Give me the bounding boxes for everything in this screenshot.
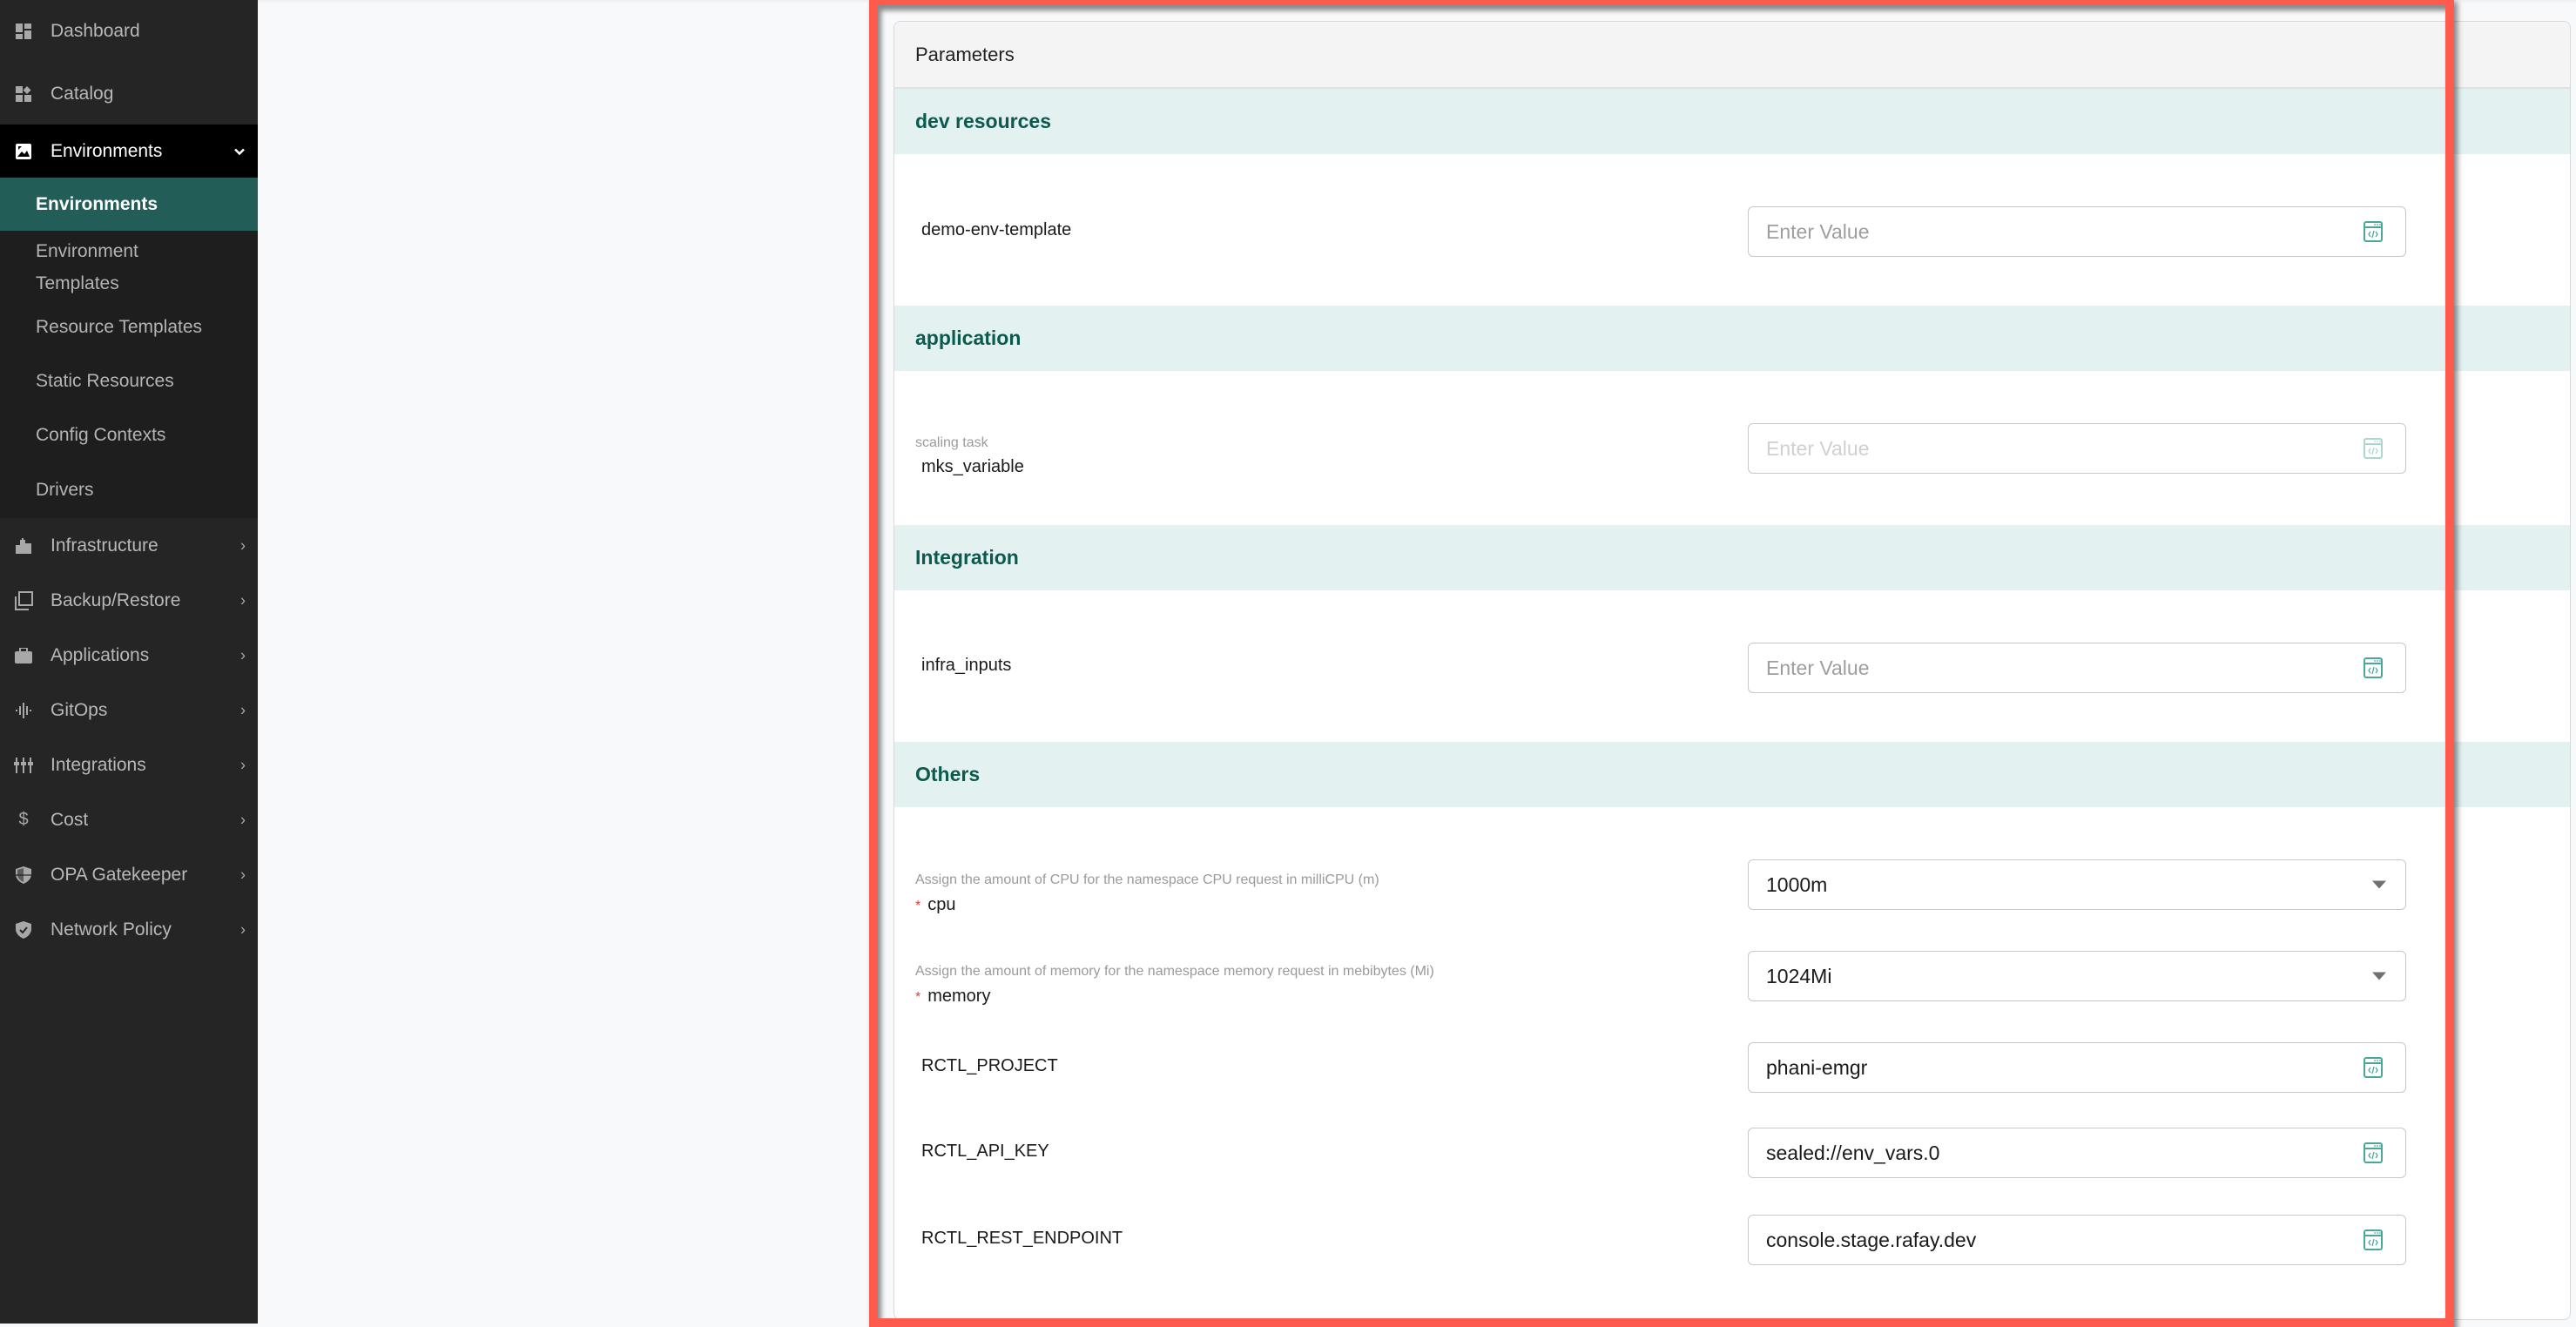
- chevron-right-icon: ›: [240, 811, 246, 828]
- section-application: application: [894, 306, 2570, 371]
- param-label: demo-env-template: [921, 220, 1072, 239]
- code-editor-icon[interactable]: [2364, 1142, 2383, 1163]
- code-editor-icon[interactable]: [2364, 438, 2383, 459]
- sidebar-item-label: Network Policy: [51, 919, 172, 940]
- param-label: infra_inputs: [921, 656, 1012, 675]
- sidebar-item-environments[interactable]: Environments: [0, 125, 258, 178]
- code-editor-icon[interactable]: [2364, 221, 2383, 242]
- demo-env-template-input[interactable]: [1749, 219, 2343, 245]
- shield-icon: [14, 866, 33, 885]
- param-row-rctl-rest-endpoint: RCTL_REST_ENDPOINT: [894, 1168, 2570, 1265]
- sidebar-item-label: Environments: [51, 140, 163, 161]
- infra-inputs-field[interactable]: [1748, 643, 2406, 693]
- sidebar-item-gitops[interactable]: GitOps ›: [0, 683, 258, 738]
- param-description: Assign the amount of CPU for the namespa…: [915, 872, 1379, 887]
- sidebar-item-label: Integrations: [51, 754, 146, 775]
- submenu-item-drivers[interactable]: Drivers: [0, 462, 258, 518]
- code-editor-icon[interactable]: [2364, 1229, 2383, 1250]
- submenu-item-environments[interactable]: Environments: [0, 178, 258, 231]
- sidebar-item-label: Infrastructure: [51, 535, 158, 556]
- integrations-icon: [14, 756, 33, 775]
- memory-select-value: 1024Mi: [1766, 964, 1832, 987]
- sidebar-item-label: Catalog: [51, 83, 114, 104]
- environments-submenu: Environments Environment Templates Resou…: [0, 178, 258, 518]
- rctl-rest-endpoint-input[interactable]: [1749, 1227, 2343, 1253]
- sidebar: Dashboard Catalog Environments Environme…: [0, 0, 258, 1324]
- sidebar-item-dashboard[interactable]: Dashboard: [0, 0, 258, 63]
- param-description: scaling task: [915, 435, 988, 450]
- submenu-item-static-resources[interactable]: Static Resources: [0, 354, 258, 408]
- rctl-api-key-input[interactable]: [1749, 1140, 2343, 1166]
- mks-variable-field[interactable]: [1748, 423, 2406, 474]
- sidebar-item-label: Cost: [51, 809, 89, 830]
- param-description: Assign the amount of memory for the name…: [915, 964, 1434, 979]
- sidebar-item-applications[interactable]: Applications ›: [0, 628, 258, 683]
- code-editor-icon[interactable]: [2364, 657, 2383, 678]
- mks-variable-input[interactable]: [1749, 435, 2343, 461]
- infra-inputs-input[interactable]: [1749, 655, 2343, 681]
- catalog-icon: [14, 84, 33, 104]
- infrastructure-icon: [14, 536, 33, 556]
- sidebar-item-label: GitOps: [51, 699, 108, 720]
- param-label: RCTL_API_KEY: [921, 1142, 1049, 1161]
- section-integration: Integration: [894, 525, 2570, 590]
- sidebar-item-network-policy[interactable]: Network Policy ›: [0, 902, 258, 957]
- sidebar-item-label: Backup/Restore: [51, 589, 181, 610]
- param-row-rctl-project: RCTL_PROJECT: [894, 990, 2570, 1093]
- gitops-icon: [14, 701, 33, 720]
- param-row-infra-inputs: infra_inputs: [894, 590, 2570, 742]
- chevron-down-icon: [233, 142, 246, 160]
- section-dev-resources: dev resources: [894, 89, 2570, 154]
- param-row-memory: Assign the amount of memory for the name…: [894, 899, 2570, 1006]
- param-row-demo-env-template: demo-env-template: [894, 154, 2570, 306]
- param-row-rctl-api-key: RCTL_API_KEY: [894, 1079, 2570, 1178]
- param-label: RCTL_REST_ENDPOINT: [921, 1229, 1123, 1248]
- shield-check-icon: [14, 920, 33, 940]
- dropdown-caret-icon: [2372, 880, 2386, 889]
- chevron-right-icon: ›: [240, 701, 246, 718]
- param-row-mks-variable: scaling task mks_variable: [894, 371, 2570, 525]
- dropdown-caret-icon: [2372, 972, 2386, 980]
- sidebar-item-label: OPA Gatekeeper: [51, 864, 188, 885]
- rctl-project-input[interactable]: [1749, 1054, 2343, 1081]
- dollar-icon: $: [18, 810, 29, 829]
- section-others: Others: [894, 742, 2570, 807]
- parameters-card: Parameters dev resources demo-env-templa…: [894, 21, 2571, 1320]
- sidebar-item-label: Dashboard: [51, 21, 140, 41]
- sidebar-item-infrastructure[interactable]: Infrastructure ›: [0, 518, 258, 573]
- sidebar-item-opa-gatekeeper[interactable]: OPA Gatekeeper ›: [0, 847, 258, 902]
- submenu-item-config-contexts[interactable]: Config Contexts: [0, 408, 258, 462]
- chevron-right-icon: ›: [240, 920, 246, 938]
- param-label: RCTL_PROJECT: [921, 1056, 1058, 1075]
- environments-icon: [14, 142, 33, 161]
- sidebar-item-backup-restore[interactable]: Backup/Restore ›: [0, 573, 258, 628]
- param-row-cpu: Assign the amount of CPU for the namespa…: [894, 807, 2570, 914]
- sidebar-item-label: Applications: [51, 644, 150, 665]
- chevron-right-icon: ›: [240, 866, 246, 883]
- applications-icon: [14, 646, 33, 665]
- main-header-shadow: [258, 0, 2576, 3]
- submenu-item-environment-templates[interactable]: Environment Templates: [0, 231, 166, 300]
- sidebar-item-integrations[interactable]: Integrations ›: [0, 738, 258, 792]
- cpu-select-value: 1000m: [1766, 872, 1828, 896]
- param-label: mks_variable: [921, 457, 1024, 476]
- dashboard-icon: [14, 22, 33, 41]
- submenu-item-resource-templates[interactable]: Resource Templates: [0, 300, 258, 354]
- chevron-right-icon: ›: [240, 536, 246, 554]
- parameters-header: Parameters: [894, 22, 2570, 89]
- sidebar-item-catalog[interactable]: Catalog: [0, 63, 258, 125]
- demo-env-template-field[interactable]: [1748, 206, 2406, 257]
- code-editor-icon[interactable]: [2364, 1057, 2383, 1078]
- chevron-right-icon: ›: [240, 646, 246, 664]
- backup-restore-icon: [14, 590, 33, 610]
- chevron-right-icon: ›: [240, 756, 246, 773]
- rctl-rest-endpoint-field[interactable]: [1748, 1215, 2406, 1265]
- chevron-right-icon: ›: [240, 591, 246, 609]
- sidebar-item-cost[interactable]: $ Cost ›: [0, 792, 258, 847]
